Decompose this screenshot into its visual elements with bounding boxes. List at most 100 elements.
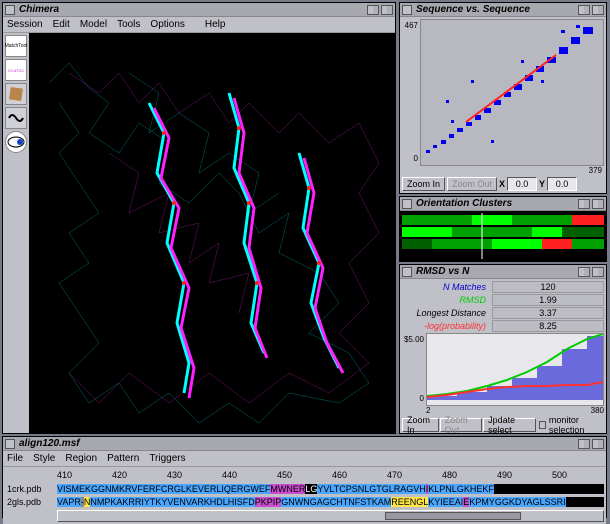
- svs-ymax: 467: [405, 21, 418, 30]
- window-menu-icon[interactable]: [5, 5, 15, 15]
- svs-x-label: X: [499, 179, 505, 189]
- menu-options[interactable]: Options: [150, 19, 184, 30]
- window-min-icon[interactable]: [578, 199, 590, 209]
- ruler-tick: 470: [387, 470, 402, 480]
- align-menu-style[interactable]: Style: [33, 453, 55, 464]
- menu-session[interactable]: Session: [7, 19, 43, 30]
- sphere-icon[interactable]: [5, 131, 27, 153]
- svs-y-label: Y: [539, 179, 545, 189]
- sequence-row: 1crk.pdbVIS MEKGGNMKRVFERFCRGLKEVERLIQER…: [5, 482, 604, 495]
- align-menu-triggers[interactable]: Triggers: [149, 453, 185, 464]
- align-title: align120.msf: [19, 438, 80, 449]
- svs-title: Sequence vs. Sequence: [416, 4, 530, 15]
- align-titlebar: align120.msf: [3, 437, 606, 451]
- window-min-icon[interactable]: [578, 267, 590, 277]
- orient-heatmap[interactable]: [400, 211, 606, 261]
- rmsd-xaxis: 2 380: [426, 406, 604, 415]
- svs-titlebar: Sequence vs. Sequence: [400, 3, 606, 17]
- main-menubar: Session Edit Model Tools Options Help: [3, 17, 395, 33]
- window-menu-icon[interactable]: [402, 267, 412, 277]
- stat-rmsd-value: 1.99: [492, 294, 604, 306]
- window-menu-icon[interactable]: [402, 5, 412, 15]
- svs-zoom-out-button[interactable]: Zoom Out: [447, 177, 497, 191]
- rmsd-chart[interactable]: [426, 333, 604, 406]
- ruler-tick: 410: [57, 470, 72, 480]
- window-max-icon[interactable]: [592, 5, 604, 15]
- rmsd-title: RMSD vs N: [416, 266, 469, 277]
- rmsd-xmin: 2: [426, 406, 430, 415]
- svs-ymin: 0: [414, 154, 418, 163]
- rmsd-update-button[interactable]: Jpdate select: [483, 418, 536, 432]
- svs-xmax: 379: [420, 166, 604, 175]
- stat-logp-label: -log(probability): [402, 321, 492, 331]
- monitor-label: monitor selection: [549, 415, 604, 435]
- ruler-tick: 480: [442, 470, 457, 480]
- 3d-viewer[interactable]: [29, 33, 395, 433]
- menu-help[interactable]: Help: [205, 19, 226, 30]
- align-menu-file[interactable]: File: [7, 453, 23, 464]
- ruler-tick: 450: [277, 470, 292, 480]
- menu-tools[interactable]: Tools: [117, 19, 140, 30]
- svs-y-field[interactable]: 0.0: [547, 177, 577, 191]
- orientation-window: Orientation Clusters: [399, 196, 607, 262]
- ruler-tick: 460: [332, 470, 347, 480]
- sequence-name: 2gls.pdb: [5, 497, 57, 507]
- main-title: Chimera: [19, 4, 59, 15]
- rmsd-titlebar: RMSD vs N: [400, 265, 606, 279]
- rmsd-ymax: $5.00: [404, 335, 424, 344]
- stat-rmsd-label: RMSD: [402, 295, 492, 305]
- stat-matches-label: N Matches: [402, 282, 492, 292]
- sequence-track[interactable]: VA PR-N NMPKAKRRIYTKYVENVARKHDLHISFDPKPI…: [57, 497, 604, 507]
- sequence-name: 1crk.pdb: [5, 484, 57, 494]
- sequence-track[interactable]: VIS MEKGGNMKRVFERFCRGLKEVERLIQERGWEFMWNE…: [57, 484, 604, 494]
- ruler-tick: 430: [167, 470, 182, 480]
- rmsd-yaxis: $5.00 0: [402, 333, 426, 413]
- align-menu-pattern[interactable]: Pattern: [107, 453, 139, 464]
- notepad-icon[interactable]: [5, 83, 27, 105]
- align-body: 410 420 430 440 450 460 470 480 490 500 1crk.pdbV…: [3, 467, 606, 524]
- rmsd-zoom-out-button[interactable]: Zoom Out: [440, 418, 482, 432]
- ruler-tick: 490: [497, 470, 512, 480]
- window-min-icon[interactable]: [367, 5, 379, 15]
- tool-column: MatchTool GCATGC: [3, 33, 29, 433]
- ruler-tick: 420: [112, 470, 127, 480]
- ruler-tick: 500: [552, 470, 567, 480]
- window-max-icon[interactable]: [592, 199, 604, 209]
- orient-title: Orientation Clusters: [416, 198, 512, 209]
- align-menubar: File Style Region Pattern Triggers: [3, 451, 606, 467]
- stat-longest-label: Longest Distance: [402, 308, 492, 318]
- align-menu-region[interactable]: Region: [65, 453, 97, 464]
- main-titlebar: Chimera: [3, 3, 395, 17]
- window-max-icon[interactable]: [381, 5, 393, 15]
- monitor-checkbox[interactable]: [539, 421, 546, 429]
- ribbon-icon[interactable]: [5, 107, 27, 129]
- svs-yaxis: 467 0: [402, 19, 420, 173]
- align-ruler: 410 420 430 440 450 460 470 480 490 500: [5, 469, 604, 482]
- alignment-window: align120.msf File Style Region Pattern T…: [2, 436, 607, 518]
- stat-longest-value: 3.37: [492, 307, 604, 319]
- orient-titlebar: Orientation Clusters: [400, 197, 606, 211]
- window-max-icon[interactable]: [592, 439, 604, 449]
- rmsd-window: RMSD vs N N Matches120 RMSD1.99 Longest …: [399, 264, 607, 434]
- svs-plot[interactable]: [420, 19, 604, 166]
- svs-controls: Zoom In Zoom Out X 0.0 Y 0.0: [400, 175, 606, 193]
- window-max-icon[interactable]: [592, 267, 604, 277]
- svs-zoom-in-button[interactable]: Zoom In: [402, 177, 445, 191]
- rmsd-xmax: 380: [591, 406, 604, 415]
- match-tool-icon[interactable]: MatchTool: [5, 35, 27, 57]
- menu-edit[interactable]: Edit: [53, 19, 70, 30]
- window-menu-icon[interactable]: [5, 439, 15, 449]
- window-min-icon[interactable]: [578, 439, 590, 449]
- svs-x-field[interactable]: 0.0: [507, 177, 537, 191]
- sequence-tool-icon[interactable]: GCATGC: [5, 59, 27, 81]
- window-min-icon[interactable]: [578, 5, 590, 15]
- menu-model[interactable]: Model: [80, 19, 107, 30]
- align-scrollbar[interactable]: [5, 510, 604, 522]
- rmsd-stats: N Matches120 RMSD1.99 Longest Distance3.…: [400, 279, 606, 333]
- ruler-tick: 440: [222, 470, 237, 480]
- rmsd-zoom-in-button[interactable]: Zoom In: [402, 418, 439, 432]
- rmsd-controls: Zoom In Zoom Out Jpdate select monitor s…: [400, 413, 606, 437]
- seq-vs-seq-window: Sequence vs. Sequence 467 0 379 Zoom In …: [399, 2, 607, 194]
- stat-matches-value: 120: [492, 281, 604, 293]
- window-menu-icon[interactable]: [402, 199, 412, 209]
